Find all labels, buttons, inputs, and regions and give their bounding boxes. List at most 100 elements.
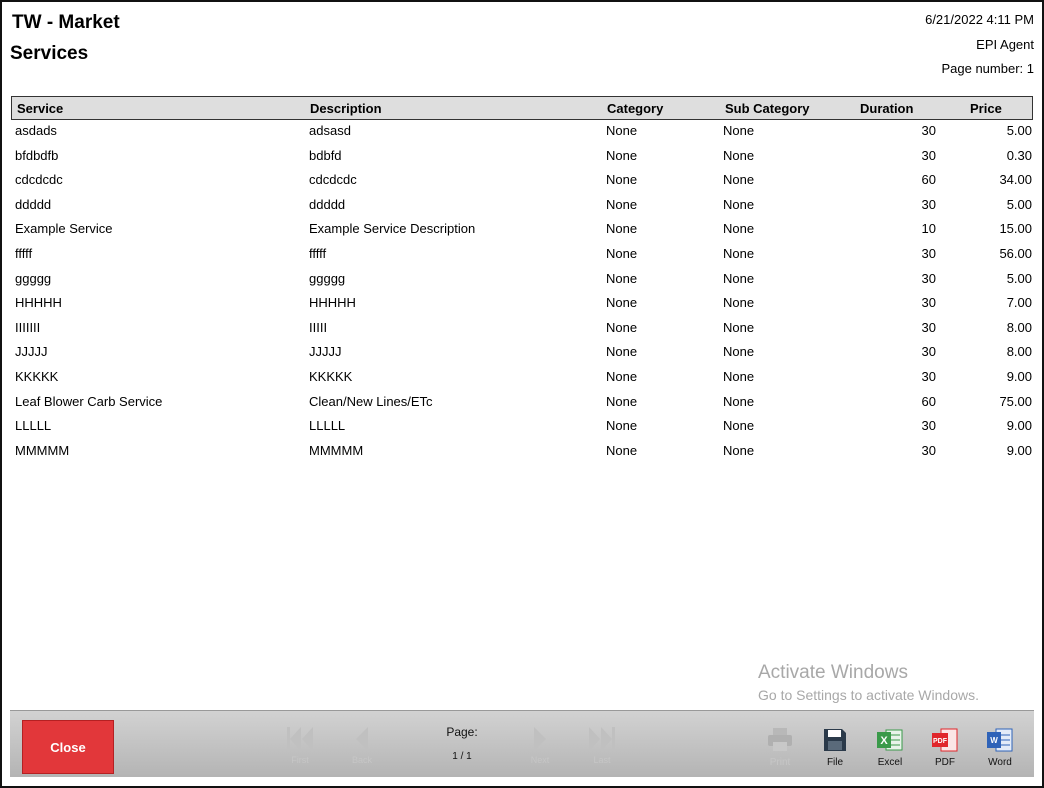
word-icon: W bbox=[987, 728, 1013, 752]
cell-service: cdcdcdc bbox=[15, 172, 63, 188]
table-row: JJJJJ JJJJJ None None 30 8.00 bbox=[2, 342, 1042, 367]
cell-category: None bbox=[606, 442, 638, 458]
cell-price: 9.00 bbox=[1006, 442, 1032, 458]
table-row: IIIIIII IIIII None None 30 8.00 bbox=[2, 318, 1042, 343]
cell-service: KKKKK bbox=[15, 368, 59, 384]
table-row: asdads adsasd None None 30 5.00 bbox=[2, 121, 1042, 146]
cell-description: Example Service Description bbox=[309, 221, 476, 237]
page-value: 1 / 1 bbox=[452, 751, 472, 762]
table-row: LLLLL LLLLL None None 30 9.00 bbox=[2, 416, 1042, 441]
file-export-button[interactable]: File bbox=[815, 727, 855, 768]
cell-sub-category: None bbox=[723, 442, 755, 458]
cell-sub-category: None bbox=[723, 196, 755, 212]
excel-label: Excel bbox=[877, 757, 903, 768]
cell-price: 0.30 bbox=[1006, 147, 1032, 163]
report-title: TW - Market bbox=[12, 12, 120, 33]
cell-service: ggggg bbox=[15, 270, 52, 286]
header-price: Price bbox=[970, 101, 1002, 116]
cell-duration: 30 bbox=[921, 344, 936, 360]
cell-service: ddddd bbox=[15, 196, 52, 212]
page-number-label: Page number: bbox=[941, 61, 1024, 76]
cell-service: HHHHH bbox=[15, 295, 62, 311]
cell-price: 9.00 bbox=[1006, 368, 1032, 384]
cell-description: MMMMM bbox=[309, 442, 364, 458]
cell-category: None bbox=[606, 344, 638, 360]
cell-price: 9.00 bbox=[1006, 418, 1032, 434]
table-row: fffff fffff None None 30 56.00 bbox=[2, 244, 1042, 269]
report-toolbar: Close First Back Page: 1 / 1 Next Last P… bbox=[10, 710, 1034, 777]
close-button[interactable]: Close bbox=[22, 720, 114, 774]
cell-category: None bbox=[606, 196, 638, 212]
next-arrow-icon bbox=[534, 727, 546, 751]
cell-description: ggggg bbox=[309, 270, 346, 286]
last-page-button[interactable]: Last bbox=[582, 725, 622, 773]
report-subtitle: Services bbox=[10, 43, 89, 64]
cell-description: HHHHH bbox=[309, 295, 356, 311]
cell-service: bfdbdfb bbox=[15, 147, 59, 163]
table-row: bfdbdfb bdbfd None None 30 0.30 bbox=[2, 146, 1042, 171]
cell-sub-category: None bbox=[723, 393, 755, 409]
cell-category: None bbox=[606, 319, 638, 335]
cell-description: LLLLL bbox=[309, 418, 346, 434]
header-category: Category bbox=[607, 101, 664, 116]
header-service: Service bbox=[17, 101, 64, 116]
cell-duration: 60 bbox=[921, 172, 936, 188]
cell-sub-category: None bbox=[723, 245, 755, 261]
table-row: Leaf Blower Carb Service Clean/New Lines/… bbox=[2, 392, 1042, 417]
cell-duration: 30 bbox=[921, 196, 936, 212]
cell-sub-category: None bbox=[723, 123, 755, 138]
next-page-button[interactable]: Next bbox=[520, 725, 560, 773]
report-datetime: 6/21/2022 4:11 PM bbox=[925, 12, 1034, 27]
cell-category: None bbox=[606, 147, 638, 163]
first-page-icon bbox=[287, 727, 313, 751]
cell-price: 7.00 bbox=[1006, 295, 1032, 311]
table-row: KKKKK KKKKK None None 30 9.00 bbox=[2, 367, 1042, 392]
cell-description: ddddd bbox=[309, 196, 346, 212]
cell-service: MMMMM bbox=[15, 442, 70, 458]
last-page-label: Last bbox=[593, 755, 611, 765]
cell-category: None bbox=[606, 172, 638, 188]
print-label: Print bbox=[769, 757, 791, 768]
cell-duration: 30 bbox=[921, 442, 936, 458]
cell-duration: 30 bbox=[921, 295, 936, 311]
cell-service: JJJJJ bbox=[15, 344, 48, 360]
first-page-button[interactable]: First bbox=[280, 725, 320, 773]
cell-sub-category: None bbox=[723, 221, 755, 237]
svg-text:X: X bbox=[880, 735, 888, 747]
svg-text:W: W bbox=[990, 736, 998, 745]
cell-category: None bbox=[606, 270, 638, 286]
cell-price: 34.00 bbox=[999, 172, 1032, 188]
table-row: MMMMM MMMMM None None 30 9.00 bbox=[2, 441, 1042, 466]
svg-text:PDF: PDF bbox=[933, 738, 948, 745]
next-page-label: Next bbox=[530, 755, 550, 765]
header-description: Description bbox=[310, 101, 382, 116]
header-duration: Duration bbox=[860, 101, 914, 116]
print-button[interactable]: Print bbox=[760, 727, 800, 768]
pdf-export-button[interactable]: PDF PDF bbox=[925, 727, 965, 768]
cell-sub-category: None bbox=[723, 418, 755, 434]
word-export-button[interactable]: W Word bbox=[980, 727, 1020, 768]
page-indicator: Page: 1 / 1 bbox=[422, 725, 502, 762]
page-label: Page: bbox=[446, 725, 478, 739]
cell-price: 5.00 bbox=[1006, 270, 1032, 286]
save-file-icon bbox=[824, 729, 846, 751]
page-number-value: 1 bbox=[1026, 61, 1034, 76]
table-header: Service Description Category Sub Categor… bbox=[11, 96, 1033, 120]
cell-description: adsasd bbox=[309, 123, 351, 138]
cell-duration: 30 bbox=[921, 123, 936, 138]
cell-description: Clean/New Lines/ETc bbox=[309, 393, 433, 409]
cell-description: cdcdcdc bbox=[309, 172, 357, 188]
cell-sub-category: None bbox=[723, 368, 755, 384]
cell-description: IIIII bbox=[309, 319, 328, 335]
cell-sub-category: None bbox=[723, 270, 755, 286]
cell-sub-category: None bbox=[723, 295, 755, 311]
back-arrow-icon bbox=[356, 727, 368, 751]
activate-windows-subtitle: Go to Settings to activate Windows. bbox=[758, 687, 979, 703]
excel-export-button[interactable]: X Excel bbox=[870, 727, 910, 768]
cell-description: bdbfd bbox=[309, 147, 342, 163]
back-page-button[interactable]: Back bbox=[342, 725, 382, 773]
cell-description: KKKKK bbox=[309, 368, 353, 384]
cell-service: LLLLL bbox=[15, 418, 52, 434]
cell-service: asdads bbox=[15, 123, 57, 138]
file-label: File bbox=[826, 757, 844, 768]
